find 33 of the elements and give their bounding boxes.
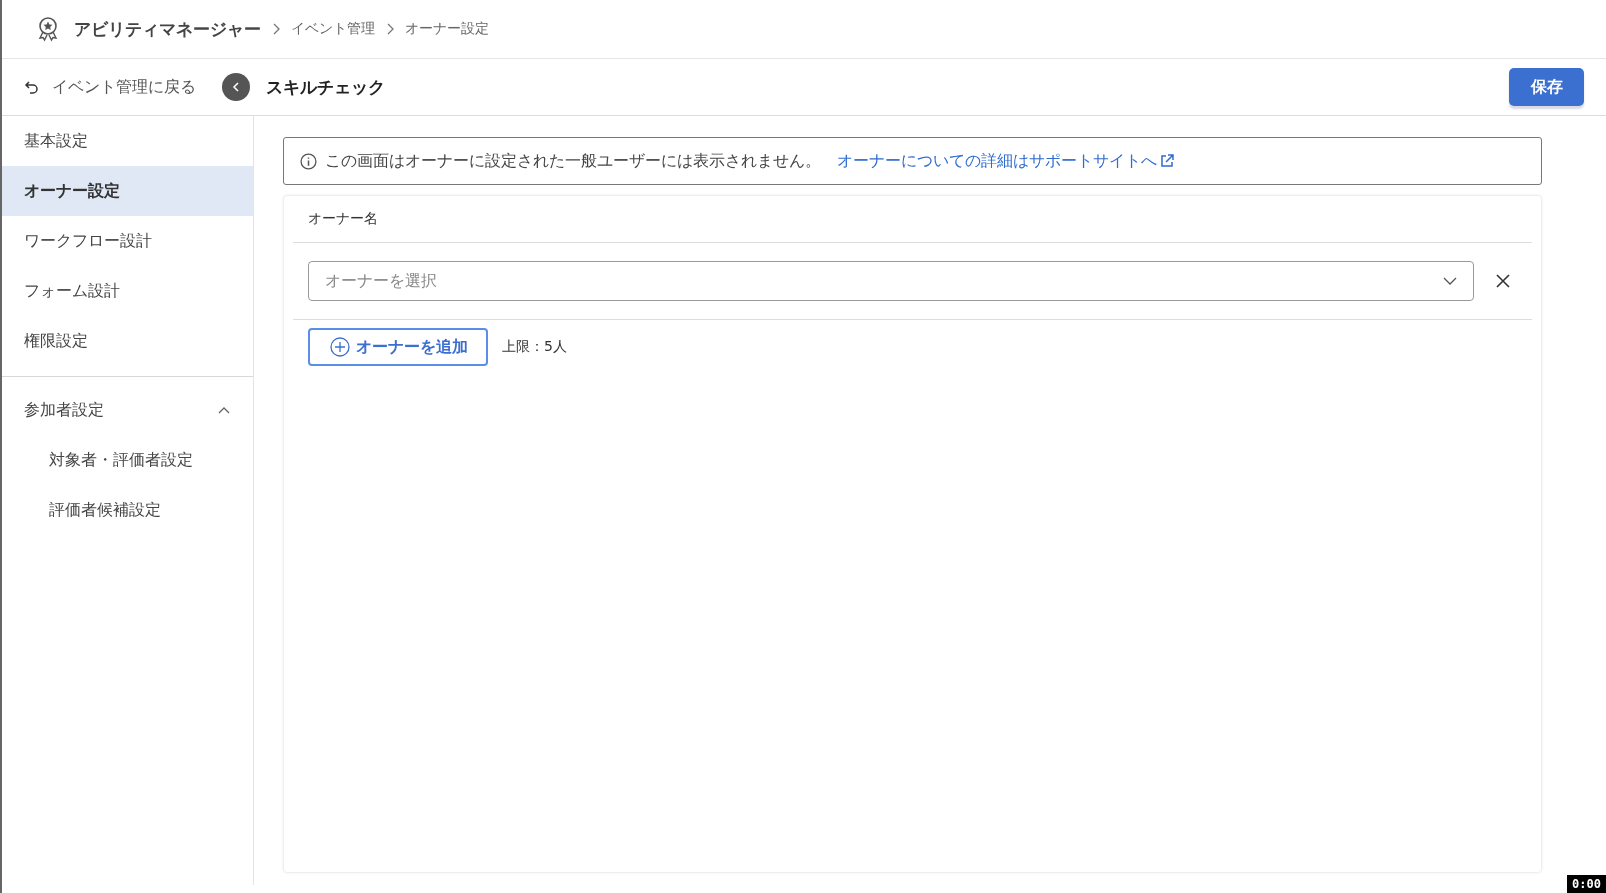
sidebar-group[interactable]: 参加者設定 — [2, 385, 253, 435]
chevron-down-icon — [1443, 276, 1457, 286]
close-icon — [1496, 274, 1510, 288]
chevron-left-icon — [230, 81, 242, 93]
breadcrumb-link[interactable]: オーナー設定 — [405, 20, 489, 38]
plus-circle-icon — [330, 337, 350, 357]
limit-text: 上限：5人 — [502, 338, 567, 356]
external-link-icon — [1159, 153, 1175, 169]
support-link[interactable]: オーナーについての詳細はサポートサイトへ — [837, 150, 1175, 172]
collapse-button[interactable] — [222, 73, 250, 101]
sidebar-item[interactable]: 基本設定 — [2, 116, 253, 166]
breadcrumb-link[interactable]: イベント管理 — [291, 20, 375, 38]
app-title: アビリティマネージャー — [74, 17, 261, 41]
sidebar-item[interactable]: フォーム設計 — [2, 266, 253, 316]
owner-select[interactable]: オーナーを選択 — [308, 261, 1474, 301]
sidebar-subitem[interactable]: 対象者・評価者設定 — [2, 435, 253, 485]
award-icon — [36, 15, 60, 43]
chevron-right-icon — [385, 22, 395, 36]
info-icon — [300, 152, 317, 170]
sidebar-item[interactable]: 権限設定 — [2, 316, 253, 366]
sidebar-item[interactable]: オーナー設定 — [2, 166, 253, 216]
notice-text: この画面はオーナーに設定された一般ユーザーには表示されません。 — [325, 150, 821, 172]
chevron-right-icon — [271, 22, 281, 36]
chevron-icon — [217, 405, 231, 415]
back-link[interactable]: イベント管理に戻る — [24, 76, 196, 98]
save-button[interactable]: 保存 — [1509, 68, 1584, 106]
timer-badge: 0:00 — [1567, 875, 1606, 893]
page-title: スキルチェック — [266, 75, 385, 99]
sidebar-subitem[interactable]: 評価者候補設定 — [2, 485, 253, 535]
add-owner-button[interactable]: オーナーを追加 — [308, 328, 488, 366]
undo-arrow-icon — [24, 79, 40, 95]
column-heading: オーナー名 — [293, 196, 1532, 243]
sidebar-item[interactable]: ワークフロー設計 — [2, 216, 253, 266]
